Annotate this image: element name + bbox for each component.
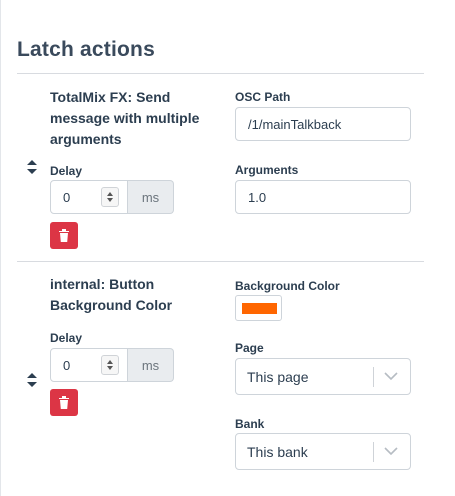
select-separator <box>373 442 374 462</box>
delay-label: Delay <box>50 331 83 345</box>
delay-unit-addon: ms <box>128 348 174 382</box>
delay-label: Delay <box>50 164 83 178</box>
action-title-line: message with multiple <box>50 110 200 126</box>
trash-icon <box>59 229 69 242</box>
page-selected-value: This page <box>247 369 309 385</box>
osc-path-label: OSC Path <box>235 90 291 104</box>
action-title-line: internal: Button <box>50 276 155 292</box>
number-spinner-icon[interactable] <box>101 355 119 375</box>
delay-value: 0 <box>63 358 71 373</box>
arguments-input[interactable]: 1.0 <box>235 180 411 214</box>
action-title: TotalMix FX: Send message with multiple … <box>50 87 199 150</box>
page-select[interactable]: This page <box>235 358 411 395</box>
delay-input[interactable]: 0 <box>50 348 128 382</box>
delay-unit: ms <box>141 190 160 205</box>
arguments-label: Arguments <box>235 163 299 177</box>
page-label: Page <box>235 341 264 355</box>
delete-action-button[interactable] <box>50 389 78 416</box>
action-title-line: arguments <box>50 131 122 147</box>
background-color-label: Background Color <box>235 279 340 293</box>
delay-unit-addon: ms <box>128 180 174 214</box>
delay-value: 0 <box>63 190 71 205</box>
background-color-picker[interactable] <box>235 295 282 321</box>
delay-unit: ms <box>141 358 160 373</box>
delay-input[interactable]: 0 <box>50 180 128 214</box>
osc-path-value: /1/mainTalkback <box>248 117 342 132</box>
action-title-line: TotalMix FX: Send <box>50 89 171 105</box>
bank-selected-value: This bank <box>247 444 308 460</box>
chevron-down-icon <box>384 447 398 456</box>
arguments-value: 1.0 <box>248 190 267 205</box>
sort-handle-icon[interactable] <box>27 373 37 387</box>
panel-left-border <box>0 0 1 496</box>
chevron-down-icon <box>384 372 398 381</box>
trash-icon <box>59 396 69 409</box>
section-title: Latch actions <box>17 38 155 61</box>
delete-action-button[interactable] <box>50 222 78 249</box>
osc-path-input[interactable]: /1/mainTalkback <box>235 107 411 141</box>
bank-label: Bank <box>235 417 265 431</box>
sort-handle-icon[interactable] <box>27 160 37 174</box>
bank-select[interactable]: This bank <box>235 433 411 470</box>
color-swatch <box>242 303 277 314</box>
action-title: internal: Button Background Color <box>50 274 172 316</box>
section-divider <box>17 73 424 74</box>
number-spinner-icon[interactable] <box>101 187 119 207</box>
action-title-line: Background Color <box>50 297 173 313</box>
action-divider <box>17 261 424 262</box>
select-separator <box>373 367 374 387</box>
